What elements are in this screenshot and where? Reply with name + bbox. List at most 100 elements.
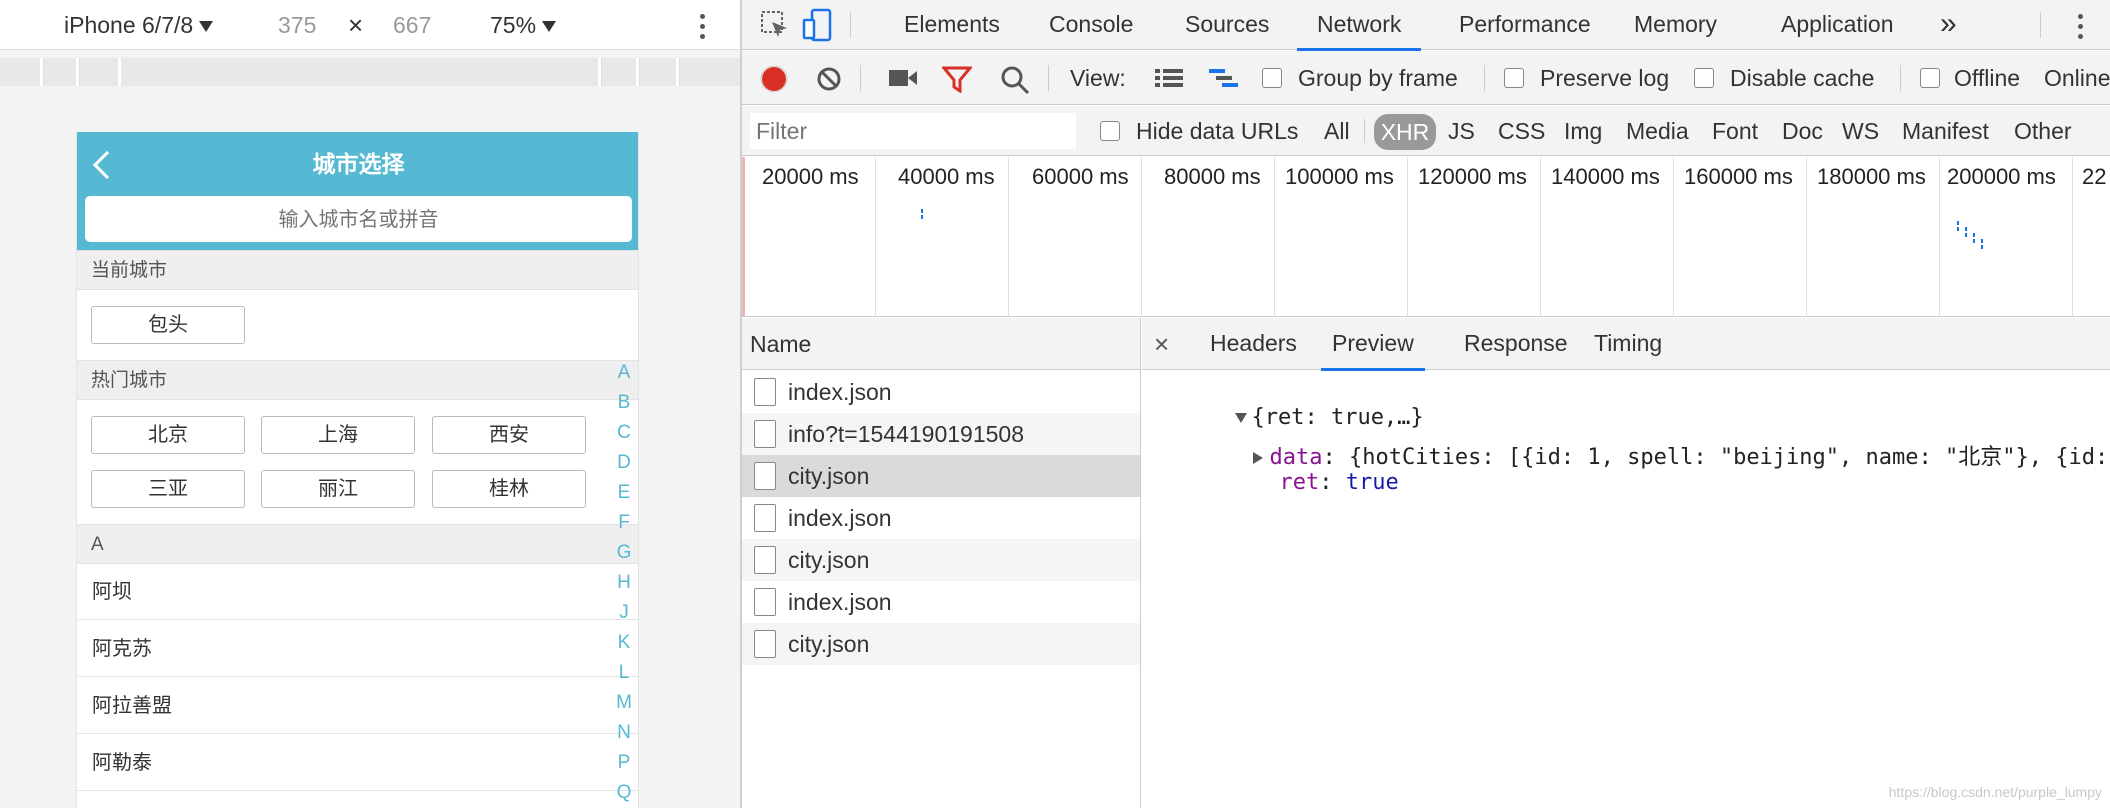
request-row[interactable]: city.json (742, 539, 1140, 581)
city-list-item[interactable]: 阿勒泰 (77, 735, 638, 791)
request-row-selected[interactable]: city.json (742, 455, 1140, 497)
video-camera-icon[interactable] (888, 67, 918, 89)
device-toolbar-icon[interactable] (802, 8, 834, 42)
record-icon[interactable] (760, 65, 788, 93)
tab-elements[interactable]: Elements (904, 0, 1000, 48)
disable-cache-label[interactable]: Disable cache (1730, 51, 1874, 105)
city-list-item[interactable]: 阿克苏 (77, 621, 638, 677)
column-header-name[interactable]: Name (742, 318, 1140, 370)
city-header: 城市选择 (77, 132, 638, 250)
search-icon[interactable] (1000, 65, 1030, 95)
preserve-log-checkbox[interactable] (1504, 68, 1524, 88)
clear-icon[interactable] (816, 66, 842, 92)
request-row[interactable]: index.json (742, 371, 1140, 413)
timeline-tick-label: 20000 ms (762, 164, 859, 189)
devtools-panel: Elements Console Sources Network Perform… (742, 0, 2110, 808)
alphabet-letter[interactable]: M (612, 688, 636, 718)
filter-type-css[interactable]: CSS (1498, 106, 1545, 156)
filter-type-font[interactable]: Font (1712, 106, 1758, 156)
request-row[interactable]: index.json (742, 581, 1140, 623)
filter-type-xhr[interactable]: XHR (1374, 114, 1436, 150)
alphabet-letter[interactable]: G (612, 538, 636, 568)
request-row[interactable]: index.json (742, 497, 1140, 539)
alphabet-letter[interactable]: N (612, 718, 636, 748)
tab-response[interactable]: Response (1464, 318, 1568, 368)
alphabet-letter[interactable]: P (612, 748, 636, 778)
network-overview-timeline[interactable]: 20000 ms 40000 ms 60000 ms 80000 ms 1000… (742, 157, 2110, 317)
city-list-item[interactable]: 阿坝 (77, 564, 638, 620)
request-marker (1957, 227, 1959, 231)
file-icon (754, 630, 776, 658)
filter-icon[interactable] (942, 65, 972, 93)
filter-input[interactable] (750, 113, 1076, 149)
offline-checkbox[interactable] (1920, 68, 1940, 88)
city-search-input[interactable] (85, 196, 632, 242)
tab-console[interactable]: Console (1049, 0, 1133, 48)
request-marker (1965, 227, 1967, 231)
filter-type-js[interactable]: JS (1448, 106, 1475, 156)
tab-timing[interactable]: Timing (1594, 318, 1662, 368)
waterfall-view-icon[interactable] (1208, 67, 1240, 89)
list-view-icon[interactable] (1154, 67, 1184, 89)
filter-type-all[interactable]: All (1324, 106, 1350, 156)
tab-headers[interactable]: Headers (1210, 318, 1297, 368)
filter-type-media[interactable]: Media (1626, 106, 1689, 156)
close-icon[interactable]: × (1154, 318, 1169, 370)
media-query-ruler[interactable] (0, 58, 740, 86)
more-tabs-icon[interactable]: » (1940, 0, 1957, 48)
alphabet-letter[interactable]: K (612, 628, 636, 658)
file-icon (754, 378, 776, 406)
throttle-select[interactable]: Online (2044, 51, 2110, 105)
request-row[interactable]: city.json (742, 623, 1140, 665)
alphabet-letter[interactable]: A (612, 358, 636, 388)
alphabet-letter[interactable]: F (612, 508, 636, 538)
alphabet-letter[interactable]: E (612, 478, 636, 508)
hot-city-button[interactable]: 西安 (432, 416, 586, 454)
filter-type-other[interactable]: Other (2014, 106, 2072, 156)
city-list-item[interactable]: 阿拉善盟 (77, 678, 638, 734)
offline-label[interactable]: Offline (1954, 51, 2020, 105)
hide-data-urls-label[interactable]: Hide data URLs (1136, 106, 1298, 156)
tab-network[interactable]: Network (1297, 0, 1422, 51)
preserve-log-label[interactable]: Preserve log (1540, 51, 1669, 105)
tab-performance[interactable]: Performance (1459, 0, 1591, 48)
filter-type-img[interactable]: Img (1564, 106, 1602, 156)
alphabet-letter[interactable]: B (612, 388, 636, 418)
filter-type-manifest[interactable]: Manifest (1902, 106, 1989, 156)
hot-city-button[interactable]: 桂林 (432, 470, 586, 508)
alphabet-letter[interactable]: J (612, 598, 636, 628)
hot-city-button[interactable]: 三亚 (91, 470, 245, 508)
zoom-select[interactable]: 75% (490, 0, 557, 50)
group-by-frame-label[interactable]: Group by frame (1298, 51, 1458, 105)
tab-application[interactable]: Application (1781, 0, 1894, 48)
devtools-menu-icon[interactable] (2078, 14, 2084, 44)
disable-cache-checkbox[interactable] (1694, 68, 1714, 88)
timeline-tick-label: 160000 ms (1684, 164, 1793, 189)
hot-city-button[interactable]: 上海 (261, 416, 415, 454)
device-height-input[interactable]: 667 (393, 0, 431, 50)
tab-preview[interactable]: Preview (1321, 318, 1425, 371)
filter-type-ws[interactable]: WS (1842, 106, 1879, 156)
tab-memory[interactable]: Memory (1634, 0, 1717, 48)
request-row[interactable]: info?t=1544190191508 (742, 413, 1140, 455)
hide-data-urls-checkbox[interactable] (1100, 121, 1120, 141)
request-marker (1981, 239, 1983, 243)
device-select[interactable]: iPhone 6/7/8 (64, 0, 214, 50)
filter-type-doc[interactable]: Doc (1782, 106, 1823, 156)
timeline-tick-label: 60000 ms (1032, 164, 1129, 189)
hot-city-button[interactable]: 丽江 (261, 470, 415, 508)
current-city-button[interactable]: 包头 (91, 306, 245, 344)
more-options-icon[interactable] (700, 14, 706, 44)
alphabet-letter[interactable]: D (612, 448, 636, 478)
alphabet-letter[interactable]: L (612, 658, 636, 688)
device-width-input[interactable]: 375 (278, 0, 316, 50)
inspect-element-icon[interactable] (760, 10, 790, 40)
tab-sources[interactable]: Sources (1185, 0, 1269, 48)
hot-city-button[interactable]: 北京 (91, 416, 245, 454)
alphabet-letter[interactable]: H (612, 568, 636, 598)
group-by-frame-checkbox[interactable] (1262, 68, 1282, 88)
json-ret-node: ret: true (1279, 470, 1399, 495)
request-marker (1965, 233, 1967, 237)
alphabet-letter[interactable]: C (612, 418, 636, 448)
alphabet-letter[interactable]: Q (612, 778, 636, 808)
